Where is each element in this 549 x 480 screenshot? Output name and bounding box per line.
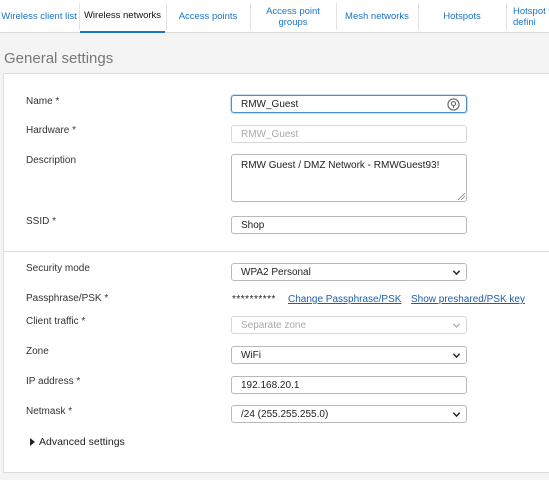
advanced-settings-toggle[interactable]: Advanced settings [30, 436, 125, 448]
tab-access-point-groups[interactable]: Access point groups [251, 0, 335, 33]
description-textarea[interactable]: RMW Guest / DMZ Network - RMWGuest93! [231, 154, 467, 202]
chevron-down-icon [452, 270, 461, 276]
description-value: RMW Guest / DMZ Network - RMWGuest93! [241, 160, 440, 171]
tab-bar: Wireless client list Wireless networks A… [0, 0, 549, 33]
key-icon[interactable] [447, 98, 460, 111]
zone-label: Zone [26, 346, 49, 357]
name-value: RMW_Guest [241, 98, 299, 110]
advanced-settings-label: Advanced settings [39, 436, 125, 448]
passphrase-label: Passphrase/PSK * [26, 293, 109, 304]
netmask-select[interactable]: /24 (255.255.255.0) [231, 405, 467, 423]
client-traffic-label: Client traffic * [26, 316, 86, 327]
change-passphrase-link[interactable]: Change Passphrase/PSK [288, 294, 401, 305]
chevron-down-icon [452, 353, 461, 359]
hardware-label: Hardware * [26, 125, 77, 136]
client-traffic-select[interactable]: Separate zone [231, 316, 467, 334]
resize-handle-icon[interactable] [458, 193, 465, 200]
zone-value: WiFi [241, 349, 261, 361]
security-mode-value: WPA2 Personal [241, 266, 311, 278]
chevron-down-icon [452, 412, 461, 418]
section-title: General settings [4, 50, 114, 67]
chevron-down-icon [452, 323, 461, 329]
client-traffic-value: Separate zone [241, 319, 307, 331]
ssid-input[interactable]: Shop [231, 216, 467, 234]
tab-hotspots[interactable]: Hotspots [419, 0, 505, 33]
hardware-input[interactable]: RMW_Guest [231, 125, 467, 143]
tab-access-points[interactable]: Access points [167, 0, 249, 33]
name-label: Name * [26, 96, 60, 107]
ip-address-label: IP address * [26, 376, 81, 387]
netmask-label: Netmask * [26, 406, 73, 417]
tab-mesh-networks[interactable]: Mesh networks [337, 0, 417, 33]
hardware-placeholder: RMW_Guest [241, 128, 299, 140]
caret-right-icon [30, 438, 35, 446]
name-input[interactable]: RMW_Guest [231, 95, 467, 113]
tab-wireless-client-list[interactable]: Wireless client list [0, 0, 78, 33]
tab-hotspot-voucher-definitions[interactable]: Hotspot v defini [507, 0, 549, 33]
netmask-value: /24 (255.255.255.0) [241, 408, 329, 420]
ssid-value: Shop [241, 219, 265, 231]
security-mode-label: Security mode [26, 263, 90, 274]
ip-address-value: 192.168.20.1 [241, 379, 300, 391]
ssid-label: SSID * [26, 216, 57, 227]
tab-wireless-networks[interactable]: Wireless networks [80, 0, 165, 33]
ip-address-input[interactable]: 192.168.20.1 [231, 376, 467, 394]
security-mode-select[interactable]: WPA2 Personal [231, 263, 467, 281]
show-psk-link[interactable]: Show preshared/PSK key [411, 294, 525, 305]
zone-select[interactable]: WiFi [231, 346, 467, 364]
description-label: Description [26, 155, 77, 166]
section-divider [4, 251, 549, 252]
passphrase-masked: ********** [232, 294, 276, 305]
